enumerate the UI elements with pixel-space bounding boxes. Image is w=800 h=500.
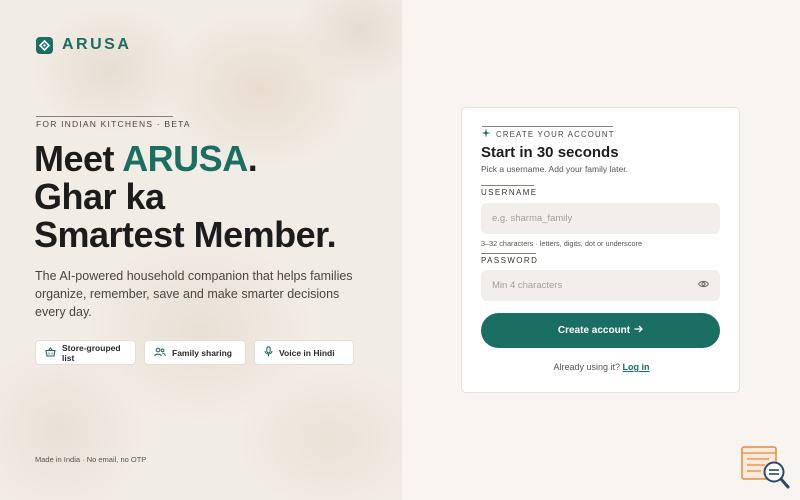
help-search-icon — [741, 446, 791, 494]
login-prompt: Already using it? Log in — [462, 362, 741, 372]
card-kicker: CREATE YOUR ACCOUNT — [481, 128, 615, 140]
feature-chip-label: Voice in Hindi — [279, 347, 335, 358]
eye-icon[interactable] — [698, 280, 709, 291]
feature-chip-voice: Voice in Hindi — [254, 340, 354, 365]
feature-chip-label: Family sharing — [172, 347, 232, 358]
footnote: Made in India · No email, no OTP — [35, 455, 147, 464]
people-icon — [154, 347, 166, 359]
hero-kicker: FOR INDIAN KITCHENS · BETA — [36, 119, 191, 129]
username-input[interactable]: e.g. sharma_family — [481, 203, 720, 234]
brand-name: ARUSA — [62, 36, 132, 53]
password-input[interactable]: Min 4 characters — [481, 270, 720, 301]
password-label: PASSWORD — [481, 256, 539, 265]
microphone-icon — [264, 346, 273, 359]
username-placeholder: e.g. sharma_family — [492, 213, 573, 224]
password-label-divider — [481, 253, 536, 254]
hero-headline: Meet ARUSA. Ghar ka Smartest Member. — [34, 140, 394, 254]
feature-chip-label: Store-grouped list — [62, 342, 121, 363]
sparkle-icon — [481, 128, 491, 140]
card-kicker-divider — [482, 126, 613, 127]
card-subtitle: Pick a username. Add your family later. — [481, 164, 628, 174]
hero-panel: ARUSA FOR INDIAN KITCHENS · BETA Meet AR… — [0, 0, 402, 500]
username-hint: 3–32 characters · letters, digits, dot o… — [481, 239, 643, 248]
feature-chip-family: Family sharing — [144, 340, 246, 365]
brand[interactable]: ARUSA — [36, 36, 131, 54]
arrow-right-icon — [634, 325, 644, 336]
card-title: Start in 30 seconds — [481, 144, 619, 161]
help-widget[interactable] — [741, 446, 791, 490]
headline-line-2: Ghar ka — [34, 176, 165, 217]
basket-icon — [45, 346, 56, 359]
headline-line-1: Meet ARUSA. — [34, 138, 258, 179]
password-placeholder: Min 4 characters — [492, 280, 563, 291]
hero-description: The AI-powered household companion that … — [35, 269, 353, 319]
login-link[interactable]: Log in — [623, 362, 650, 372]
feature-chip-store-list: Store-grouped list — [35, 340, 136, 365]
arusa-logo-icon — [36, 36, 53, 54]
create-account-button[interactable]: Create account — [481, 313, 720, 348]
headline-brand-accent: ARUSA — [122, 138, 248, 179]
card-kicker-label: CREATE YOUR ACCOUNT — [496, 129, 615, 139]
login-prompt-text: Already using it? — [553, 362, 621, 372]
signup-card: CREATE YOUR ACCOUNT Start in 30 seconds … — [461, 107, 740, 393]
headline-line-3: Smartest Member. — [34, 214, 337, 255]
username-label-divider — [481, 185, 534, 186]
kicker-divider — [36, 116, 173, 117]
username-label: USERNAME — [481, 188, 538, 197]
create-account-label: Create account — [557, 325, 631, 336]
